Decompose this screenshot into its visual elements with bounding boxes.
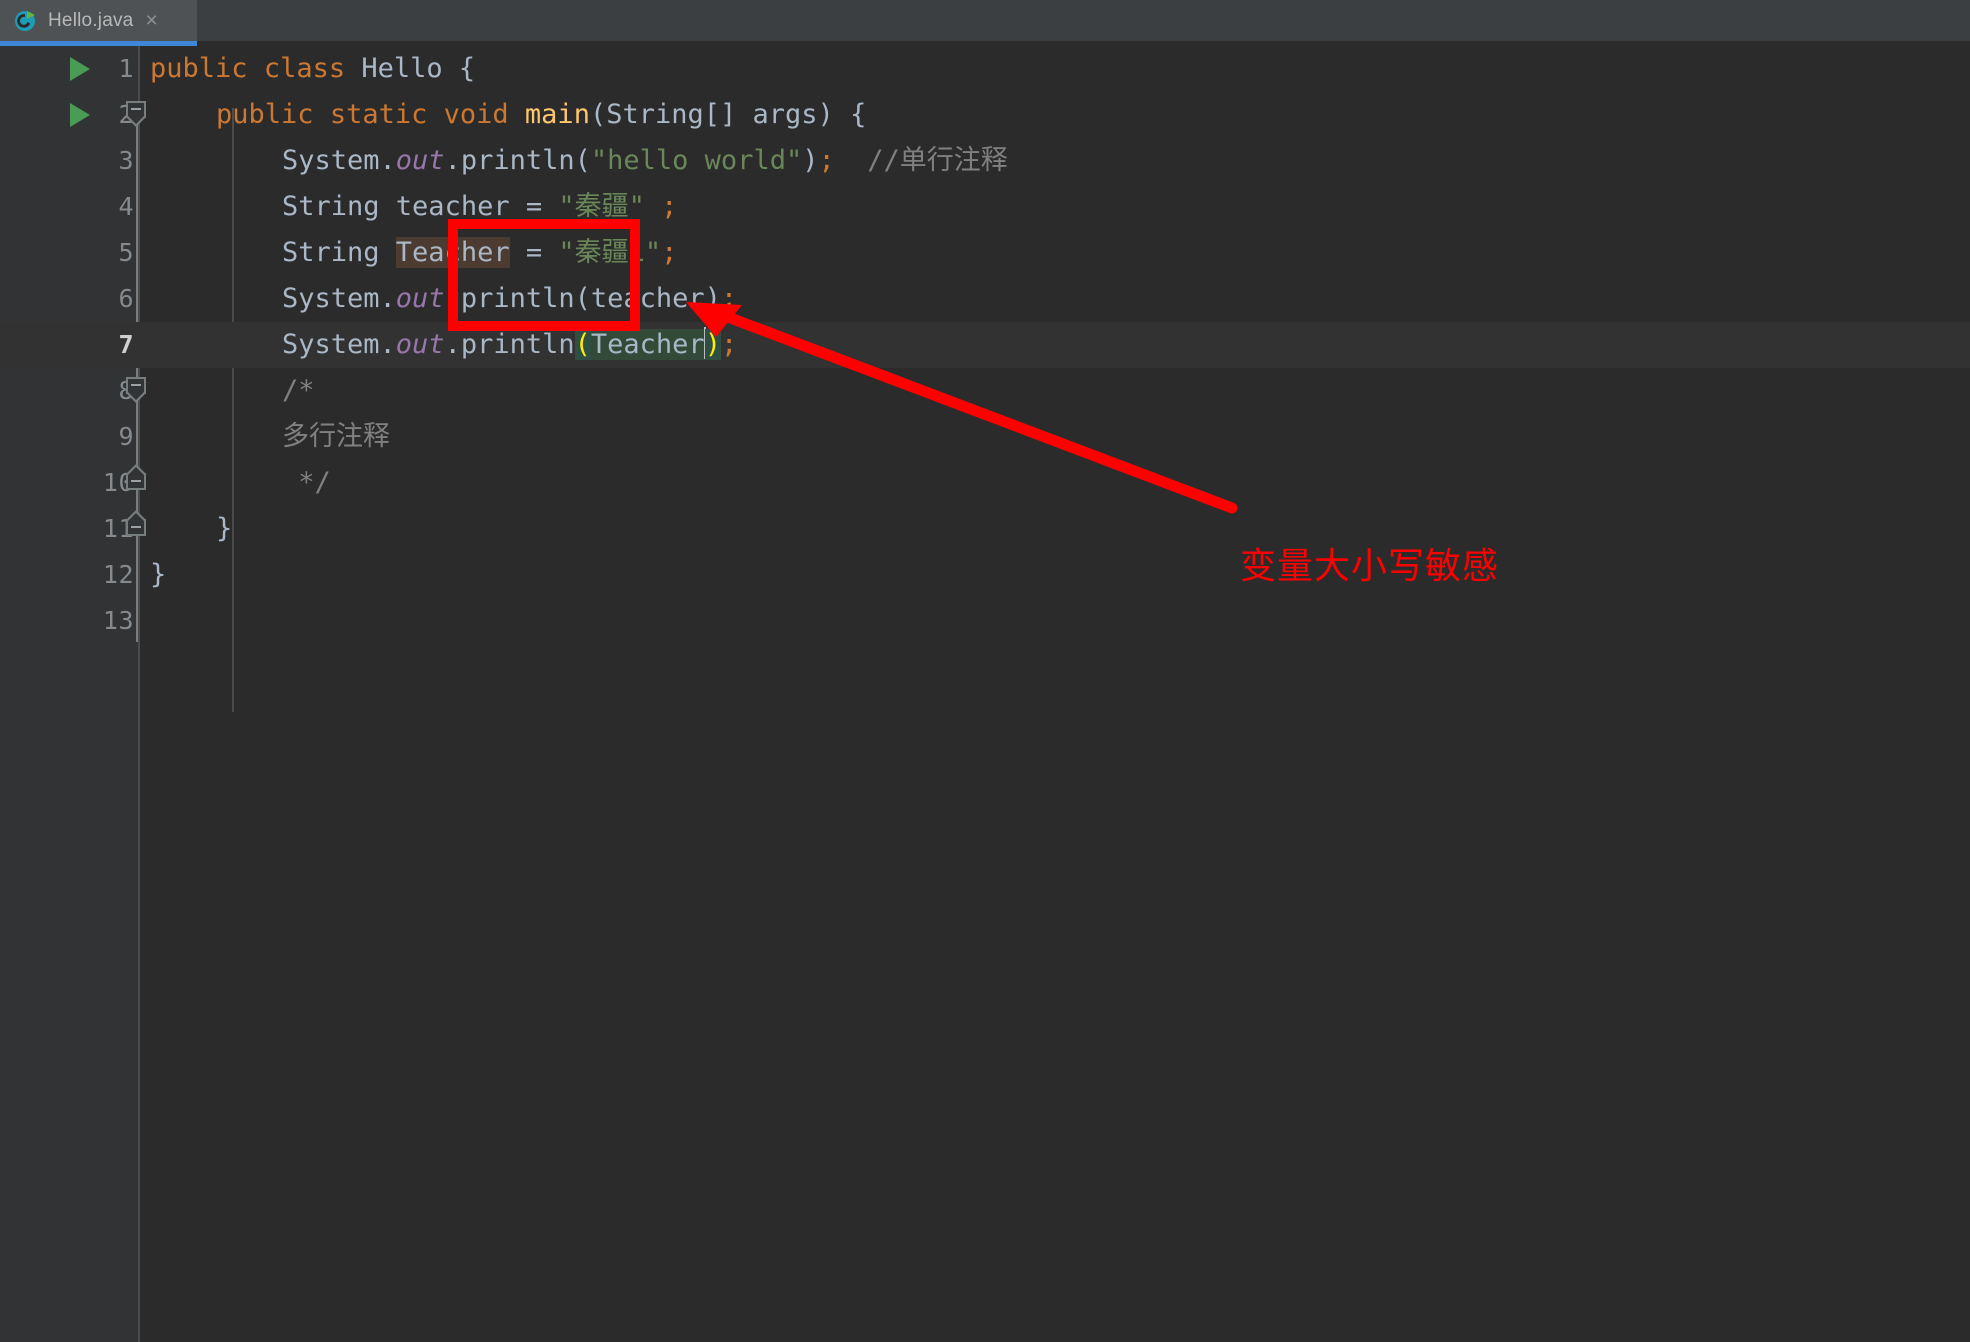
line-number: 10 [102,468,134,497]
semicolon: ; [720,329,738,360]
editor-tab-label: Hello.java [48,9,134,31]
brace: { [850,99,867,130]
static-field-out: out [395,329,445,360]
code-line-12[interactable]: 12 } [0,552,1970,598]
block-comment-end: */ [282,467,331,498]
println-call: .println [444,329,575,360]
code-line-8[interactable]: 8 /* [0,368,1970,414]
run-gutter-icon[interactable] [70,57,90,81]
code-line-2[interactable]: 2 public static void main(String[] args)… [0,92,1970,138]
brace: { [458,53,476,84]
static-field-out: out [395,145,445,176]
line-number: 6 [118,284,134,313]
code-text: System.out.println(teacher); [282,276,737,322]
keyword-public: public [216,99,314,130]
editor-tab-bar: Hello.java × [0,0,1970,46]
variable-Teacher: Teacher [395,237,510,268]
block-comment-body: 多行注释 [282,421,390,452]
line-number: 9 [118,422,134,451]
semicolon: ; [818,145,835,176]
assign-operator: = [509,191,559,222]
string-literal: "hello world" [590,145,803,176]
code-text: System.out.println("hello world"); //单行注… [282,138,1008,184]
type-string: String [282,191,396,222]
system-ref: System. [282,329,396,360]
code-text: public class Hello { [150,46,475,92]
paren-close: ) [802,145,819,176]
system-ref: System. [282,283,396,314]
code-editor[interactable]: 1 public class Hello { 2 public static v… [0,46,1970,1342]
class-name: Hello [361,53,443,84]
block-comment-start: /* [282,375,315,406]
code-text: public static void main(String[] args) { [216,92,866,138]
code-line-5[interactable]: 5 String Teacher = "秦疆1"; [0,230,1970,276]
code-line-10[interactable]: 10 */ [0,460,1970,506]
brace: } [150,559,167,590]
code-line-11[interactable]: 11 } [0,506,1970,552]
type-string: String [282,237,396,268]
code-text: 多行注释 [282,414,390,460]
println-call: .println(teacher) [444,283,721,314]
code-text: */ [282,460,331,506]
brace: } [216,513,233,544]
semicolon: ; [644,191,678,222]
keyword-public: public [150,53,248,84]
code-line-3[interactable]: 3 System.out.println("hello world"); //单… [0,138,1970,184]
string-literal: "秦疆1" [558,237,662,268]
matched-paren-close: ) [704,329,721,360]
code-text: String teacher = "秦疆" ; [282,184,677,230]
assign-operator: = [509,237,559,268]
method-name-main: main [524,99,590,130]
java-class-icon [14,9,38,33]
code-text: System.out.println(Teacher); [282,322,737,368]
line-comment: //单行注释 [867,145,1008,176]
ide-window: Hello.java × 1 public class Hello { 2 pu… [0,0,1970,1342]
static-field-out: out [395,283,445,314]
fold-toggle-icon[interactable] [126,377,148,403]
line-number: 4 [118,192,134,221]
method-params: (String[] args) [589,99,834,130]
line-number: 8 [14,368,134,414]
line-number: 13 [102,606,134,635]
code-text: /* [282,368,315,414]
line-number: 7 [118,330,134,359]
fold-toggle-icon[interactable] [126,510,148,545]
code-line-13[interactable]: 13 [0,598,1970,644]
line-number: 12 [102,560,134,589]
keyword-class: class [263,53,346,84]
code-line-6[interactable]: 6 System.out.println(teacher); [0,276,1970,322]
argument-Teacher: Teacher [590,329,705,360]
code-text: } [216,506,232,552]
keyword-void: void [443,99,509,130]
code-line-1[interactable]: 1 public class Hello { [0,46,1970,92]
matched-paren-open: ( [574,329,591,360]
run-gutter-icon[interactable] [70,103,90,127]
code-line-4[interactable]: 4 String teacher = "秦疆" ; [0,184,1970,230]
line-number: 3 [118,146,134,175]
line-number: 11 [102,514,134,543]
println-call: .println( [444,145,591,176]
code-line-9[interactable]: 9 多行注释 [0,414,1970,460]
semicolon: ; [720,283,738,314]
line-number: 5 [118,238,134,267]
code-text: String Teacher = "秦疆1"; [282,230,677,276]
keyword-static: static [329,99,428,130]
code-text: } [150,552,166,598]
semicolon: ; [661,237,678,268]
system-ref: System. [282,145,396,176]
close-icon[interactable]: × [145,10,157,31]
fold-toggle-icon[interactable] [126,464,148,499]
code-line-7[interactable]: 7 System.out.println(Teacher); [0,322,1970,368]
fold-toggle-icon[interactable] [126,101,148,127]
string-literal: "秦疆" [558,191,645,222]
variable-teacher: teacher [395,191,510,222]
editor-tab-hello-java[interactable]: Hello.java × [0,0,197,41]
